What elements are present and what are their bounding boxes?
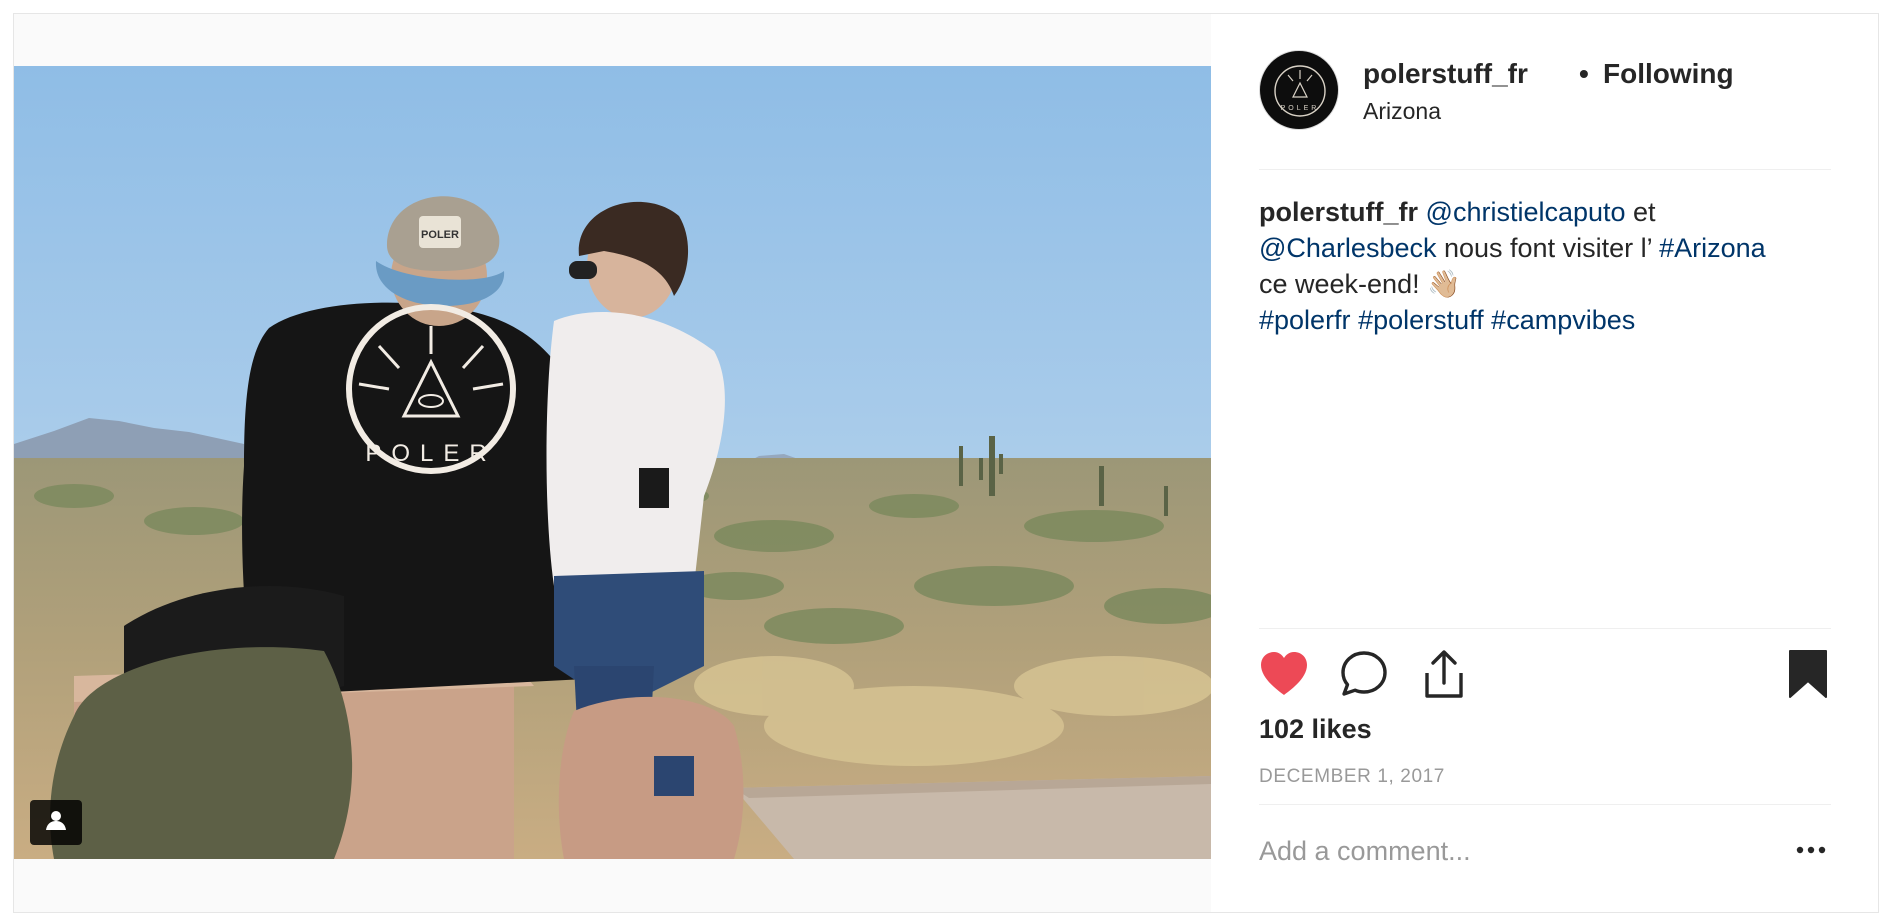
post-side-panel: POLER polerstuff_fr • Following Arizona …: [1211, 14, 1879, 912]
waving-hand-emoji: 👋🏼: [1427, 269, 1461, 299]
caption-hashtag[interactable]: #Arizona: [1659, 233, 1766, 263]
post-card: POLER POLER POLER polerstuff_fr • Follow…: [13, 13, 1879, 913]
caption-mention[interactable]: @christielcaputo: [1426, 197, 1626, 227]
comment-icon: [1340, 650, 1388, 703]
comment-input[interactable]: [1259, 829, 1739, 873]
share-icon: [1421, 649, 1467, 704]
shirt-logo-text: POLER: [365, 440, 496, 467]
like-button[interactable]: [1257, 649, 1311, 703]
post-date[interactable]: DECEMBER 1, 2017: [1259, 766, 1445, 788]
save-button[interactable]: [1781, 649, 1835, 703]
add-comment-bar: [1259, 804, 1831, 912]
tagged-people-button[interactable]: [30, 800, 82, 845]
caption-username[interactable]: polerstuff_fr: [1259, 197, 1418, 227]
post-location[interactable]: Arizona: [1363, 98, 1441, 125]
following-button[interactable]: Following: [1603, 58, 1734, 90]
avatar-logo-text: POLER: [1281, 105, 1320, 112]
caption-text: et: [1625, 197, 1656, 227]
caption-text: ce week-end!: [1259, 269, 1428, 299]
post-header: POLER polerstuff_fr • Following Arizona: [1259, 50, 1831, 170]
cap-logo-text: POLER: [421, 229, 459, 241]
caption-hashtag[interactable]: #campvibes: [1491, 305, 1635, 335]
author-username[interactable]: polerstuff_fr: [1363, 58, 1528, 90]
likes-count[interactable]: 102 likes: [1259, 714, 1372, 745]
post-media: POLER POLER: [14, 14, 1211, 912]
heart-filled-icon: [1259, 651, 1309, 702]
caption-text: nous font visiter l’: [1436, 233, 1660, 263]
caption-mention[interactable]: @Charlesbeck: [1259, 233, 1436, 263]
caption-hashtag[interactable]: #polerfr: [1259, 305, 1351, 335]
caption-hashtag[interactable]: #polerstuff: [1358, 305, 1484, 335]
follow-separator: •: [1579, 58, 1589, 89]
post-photo[interactable]: POLER POLER: [14, 66, 1211, 859]
share-button[interactable]: [1417, 649, 1471, 703]
comment-button[interactable]: [1337, 649, 1391, 703]
bookmark-filled-icon: [1788, 649, 1828, 704]
author-avatar[interactable]: POLER: [1259, 50, 1339, 130]
more-options-button[interactable]: [1791, 835, 1831, 865]
post-caption: polerstuff_fr @christielcaputo et @Charl…: [1259, 194, 1831, 338]
person-tag-icon: [43, 807, 69, 838]
post-actions: [1259, 628, 1831, 712]
more-options-icon: [1796, 841, 1826, 859]
